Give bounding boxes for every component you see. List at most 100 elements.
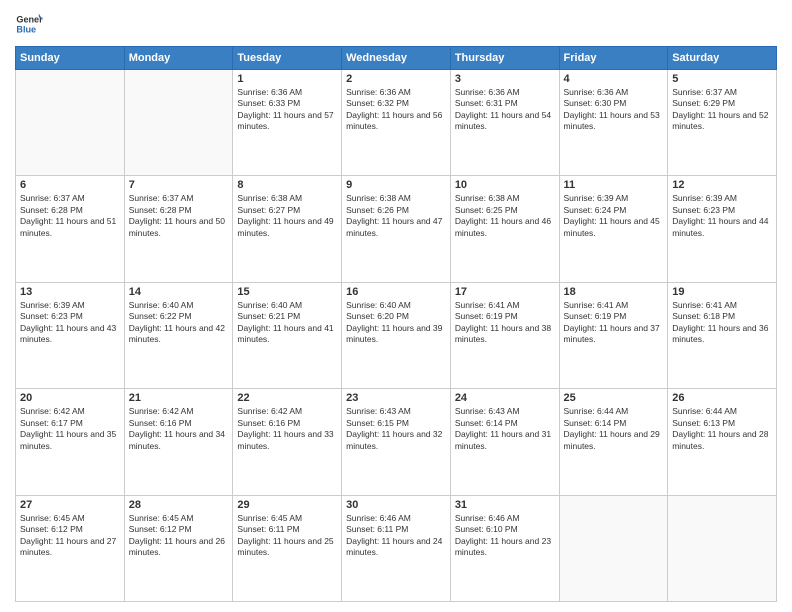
calendar-cell: 22Sunrise: 6:42 AM Sunset: 6:16 PM Dayli… <box>233 389 342 495</box>
cell-info: Sunrise: 6:38 AM Sunset: 6:25 PM Dayligh… <box>455 193 555 239</box>
day-number: 20 <box>20 392 120 404</box>
calendar-cell: 7 Sunrise: 6:37 AM Sunset: 6:28 PM Daylig… <box>124 176 233 282</box>
day-number: 19 <box>672 286 772 298</box>
cell-info: Sunrise: 6:39 AM Sunset: 6:23 PM Dayligh… <box>672 193 772 239</box>
day-number: 30 <box>346 499 446 511</box>
cell-info: Sunrise: 6:43 AM Sunset: 6:15 PM Dayligh… <box>346 406 446 452</box>
calendar-cell <box>668 495 777 601</box>
calendar-cell: 1 Sunrise: 6:36 AM Sunset: 6:33 PM Daylig… <box>233 70 342 176</box>
day-number: 31 <box>455 499 555 511</box>
day-number: 28 <box>129 499 229 511</box>
cell-info: Sunrise: 6:42 AM Sunset: 6:16 PM Dayligh… <box>237 406 337 452</box>
weekday-header-monday: Monday <box>124 47 233 70</box>
cell-info: Sunrise: 6:39 AM Sunset: 6:23 PM Dayligh… <box>20 300 120 346</box>
page: General Blue SundayMondayTuesdayWednesda… <box>0 0 792 612</box>
day-number: 25 <box>564 392 664 404</box>
calendar-cell: 4Sunrise: 6:36 AM Sunset: 6:30 PM Daylig… <box>559 70 668 176</box>
day-number: 24 <box>455 392 555 404</box>
calendar-cell <box>124 70 233 176</box>
weekday-header-sunday: Sunday <box>16 47 125 70</box>
cell-info: Sunrise: 6:44 AM Sunset: 6:14 PM Dayligh… <box>564 406 664 452</box>
cell-info: Sunrise: 6:43 AM Sunset: 6:14 PM Dayligh… <box>455 406 555 452</box>
day-number: 29 <box>237 499 337 511</box>
calendar-cell: 6 Sunrise: 6:37 AM Sunset: 6:28 PM Daylig… <box>16 176 125 282</box>
weekday-header-friday: Friday <box>559 47 668 70</box>
cell-info: Sunrise: 6:37 AM Sunset: 6:28 PM Dayligh… <box>129 193 229 239</box>
cell-info: Sunrise: 6:44 AM Sunset: 6:13 PM Dayligh… <box>672 406 772 452</box>
cell-info: Sunrise: 6:45 AM Sunset: 6:12 PM Dayligh… <box>20 513 120 559</box>
calendar-cell: 12 Sunrise: 6:39 AM Sunset: 6:23 PM Dayli… <box>668 176 777 282</box>
calendar-cell: 31 Sunrise: 6:46 AM Sunset: 6:10 PM Dayli… <box>450 495 559 601</box>
day-number: 1 <box>237 73 337 85</box>
calendar-cell: 5 Sunrise: 6:37 AM Sunset: 6:29 PM Daylig… <box>668 70 777 176</box>
cell-info: Sunrise: 6:45 AM Sunset: 6:11 PM Dayligh… <box>237 513 337 559</box>
calendar-week-4: 20Sunrise: 6:42 AM Sunset: 6:17 PM Dayli… <box>16 389 777 495</box>
svg-text:Blue: Blue <box>16 24 36 34</box>
cell-info: Sunrise: 6:40 AM Sunset: 6:21 PM Dayligh… <box>237 300 337 346</box>
calendar-week-1: 1 Sunrise: 6:36 AM Sunset: 6:33 PM Daylig… <box>16 70 777 176</box>
calendar-cell: 8 Sunrise: 6:38 AM Sunset: 6:27 PM Daylig… <box>233 176 342 282</box>
day-number: 11 <box>564 179 664 191</box>
cell-info: Sunrise: 6:41 AM Sunset: 6:19 PM Dayligh… <box>564 300 664 346</box>
weekday-header-saturday: Saturday <box>668 47 777 70</box>
calendar-cell <box>559 495 668 601</box>
day-number: 5 <box>672 73 772 85</box>
day-number: 26 <box>672 392 772 404</box>
day-number: 3 <box>455 73 555 85</box>
day-number: 23 <box>346 392 446 404</box>
cell-info: Sunrise: 6:38 AM Sunset: 6:26 PM Dayligh… <box>346 193 446 239</box>
day-number: 14 <box>129 286 229 298</box>
calendar-cell: 27 Sunrise: 6:45 AM Sunset: 6:12 PM Dayli… <box>16 495 125 601</box>
calendar-cell: 24 Sunrise: 6:43 AM Sunset: 6:14 PM Dayli… <box>450 389 559 495</box>
calendar-cell: 25 Sunrise: 6:44 AM Sunset: 6:14 PM Dayli… <box>559 389 668 495</box>
cell-info: Sunrise: 6:40 AM Sunset: 6:22 PM Dayligh… <box>129 300 229 346</box>
calendar-cell: 15 Sunrise: 6:40 AM Sunset: 6:21 PM Dayli… <box>233 282 342 388</box>
calendar-cell: 9 Sunrise: 6:38 AM Sunset: 6:26 PM Daylig… <box>342 176 451 282</box>
calendar-cell: 30 Sunrise: 6:46 AM Sunset: 6:11 PM Dayli… <box>342 495 451 601</box>
calendar-cell: 29 Sunrise: 6:45 AM Sunset: 6:11 PM Dayli… <box>233 495 342 601</box>
day-number: 12 <box>672 179 772 191</box>
cell-info: Sunrise: 6:36 AM Sunset: 6:33 PM Dayligh… <box>237 87 337 133</box>
cell-info: Sunrise: 6:46 AM Sunset: 6:10 PM Dayligh… <box>455 513 555 559</box>
calendar-week-3: 13 Sunrise: 6:39 AM Sunset: 6:23 PM Dayli… <box>16 282 777 388</box>
day-number: 6 <box>20 179 120 191</box>
cell-info: Sunrise: 6:46 AM Sunset: 6:11 PM Dayligh… <box>346 513 446 559</box>
calendar-cell: 18Sunrise: 6:41 AM Sunset: 6:19 PM Dayli… <box>559 282 668 388</box>
cell-info: Sunrise: 6:38 AM Sunset: 6:27 PM Dayligh… <box>237 193 337 239</box>
calendar-cell: 28 Sunrise: 6:45 AM Sunset: 6:12 PM Dayli… <box>124 495 233 601</box>
day-number: 27 <box>20 499 120 511</box>
cell-info: Sunrise: 6:42 AM Sunset: 6:16 PM Dayligh… <box>129 406 229 452</box>
weekday-header-wednesday: Wednesday <box>342 47 451 70</box>
day-number: 7 <box>129 179 229 191</box>
day-number: 13 <box>20 286 120 298</box>
calendar-cell: 23 Sunrise: 6:43 AM Sunset: 6:15 PM Dayli… <box>342 389 451 495</box>
calendar-cell: 21 Sunrise: 6:42 AM Sunset: 6:16 PM Dayli… <box>124 389 233 495</box>
cell-info: Sunrise: 6:37 AM Sunset: 6:28 PM Dayligh… <box>20 193 120 239</box>
logo-icon: General Blue <box>15 10 43 38</box>
calendar-cell: 10Sunrise: 6:38 AM Sunset: 6:25 PM Dayli… <box>450 176 559 282</box>
calendar-table: SundayMondayTuesdayWednesdayThursdayFrid… <box>15 46 777 602</box>
cell-info: Sunrise: 6:36 AM Sunset: 6:32 PM Dayligh… <box>346 87 446 133</box>
day-number: 17 <box>455 286 555 298</box>
cell-info: Sunrise: 6:37 AM Sunset: 6:29 PM Dayligh… <box>672 87 772 133</box>
day-number: 9 <box>346 179 446 191</box>
day-number: 8 <box>237 179 337 191</box>
day-number: 4 <box>564 73 664 85</box>
cell-info: Sunrise: 6:39 AM Sunset: 6:24 PM Dayligh… <box>564 193 664 239</box>
day-number: 15 <box>237 286 337 298</box>
header: General Blue <box>15 10 777 38</box>
calendar-cell: 13 Sunrise: 6:39 AM Sunset: 6:23 PM Dayli… <box>16 282 125 388</box>
calendar-cell: 2Sunrise: 6:36 AM Sunset: 6:32 PM Daylig… <box>342 70 451 176</box>
weekday-header-tuesday: Tuesday <box>233 47 342 70</box>
calendar-cell: 16Sunrise: 6:40 AM Sunset: 6:20 PM Dayli… <box>342 282 451 388</box>
cell-info: Sunrise: 6:45 AM Sunset: 6:12 PM Dayligh… <box>129 513 229 559</box>
cell-info: Sunrise: 6:36 AM Sunset: 6:31 PM Dayligh… <box>455 87 555 133</box>
calendar-week-2: 6 Sunrise: 6:37 AM Sunset: 6:28 PM Daylig… <box>16 176 777 282</box>
calendar-cell: 14 Sunrise: 6:40 AM Sunset: 6:22 PM Dayli… <box>124 282 233 388</box>
calendar-cell: 17Sunrise: 6:41 AM Sunset: 6:19 PM Dayli… <box>450 282 559 388</box>
calendar-cell <box>16 70 125 176</box>
weekday-header-row: SundayMondayTuesdayWednesdayThursdayFrid… <box>16 47 777 70</box>
cell-info: Sunrise: 6:40 AM Sunset: 6:20 PM Dayligh… <box>346 300 446 346</box>
day-number: 21 <box>129 392 229 404</box>
calendar-cell: 20Sunrise: 6:42 AM Sunset: 6:17 PM Dayli… <box>16 389 125 495</box>
